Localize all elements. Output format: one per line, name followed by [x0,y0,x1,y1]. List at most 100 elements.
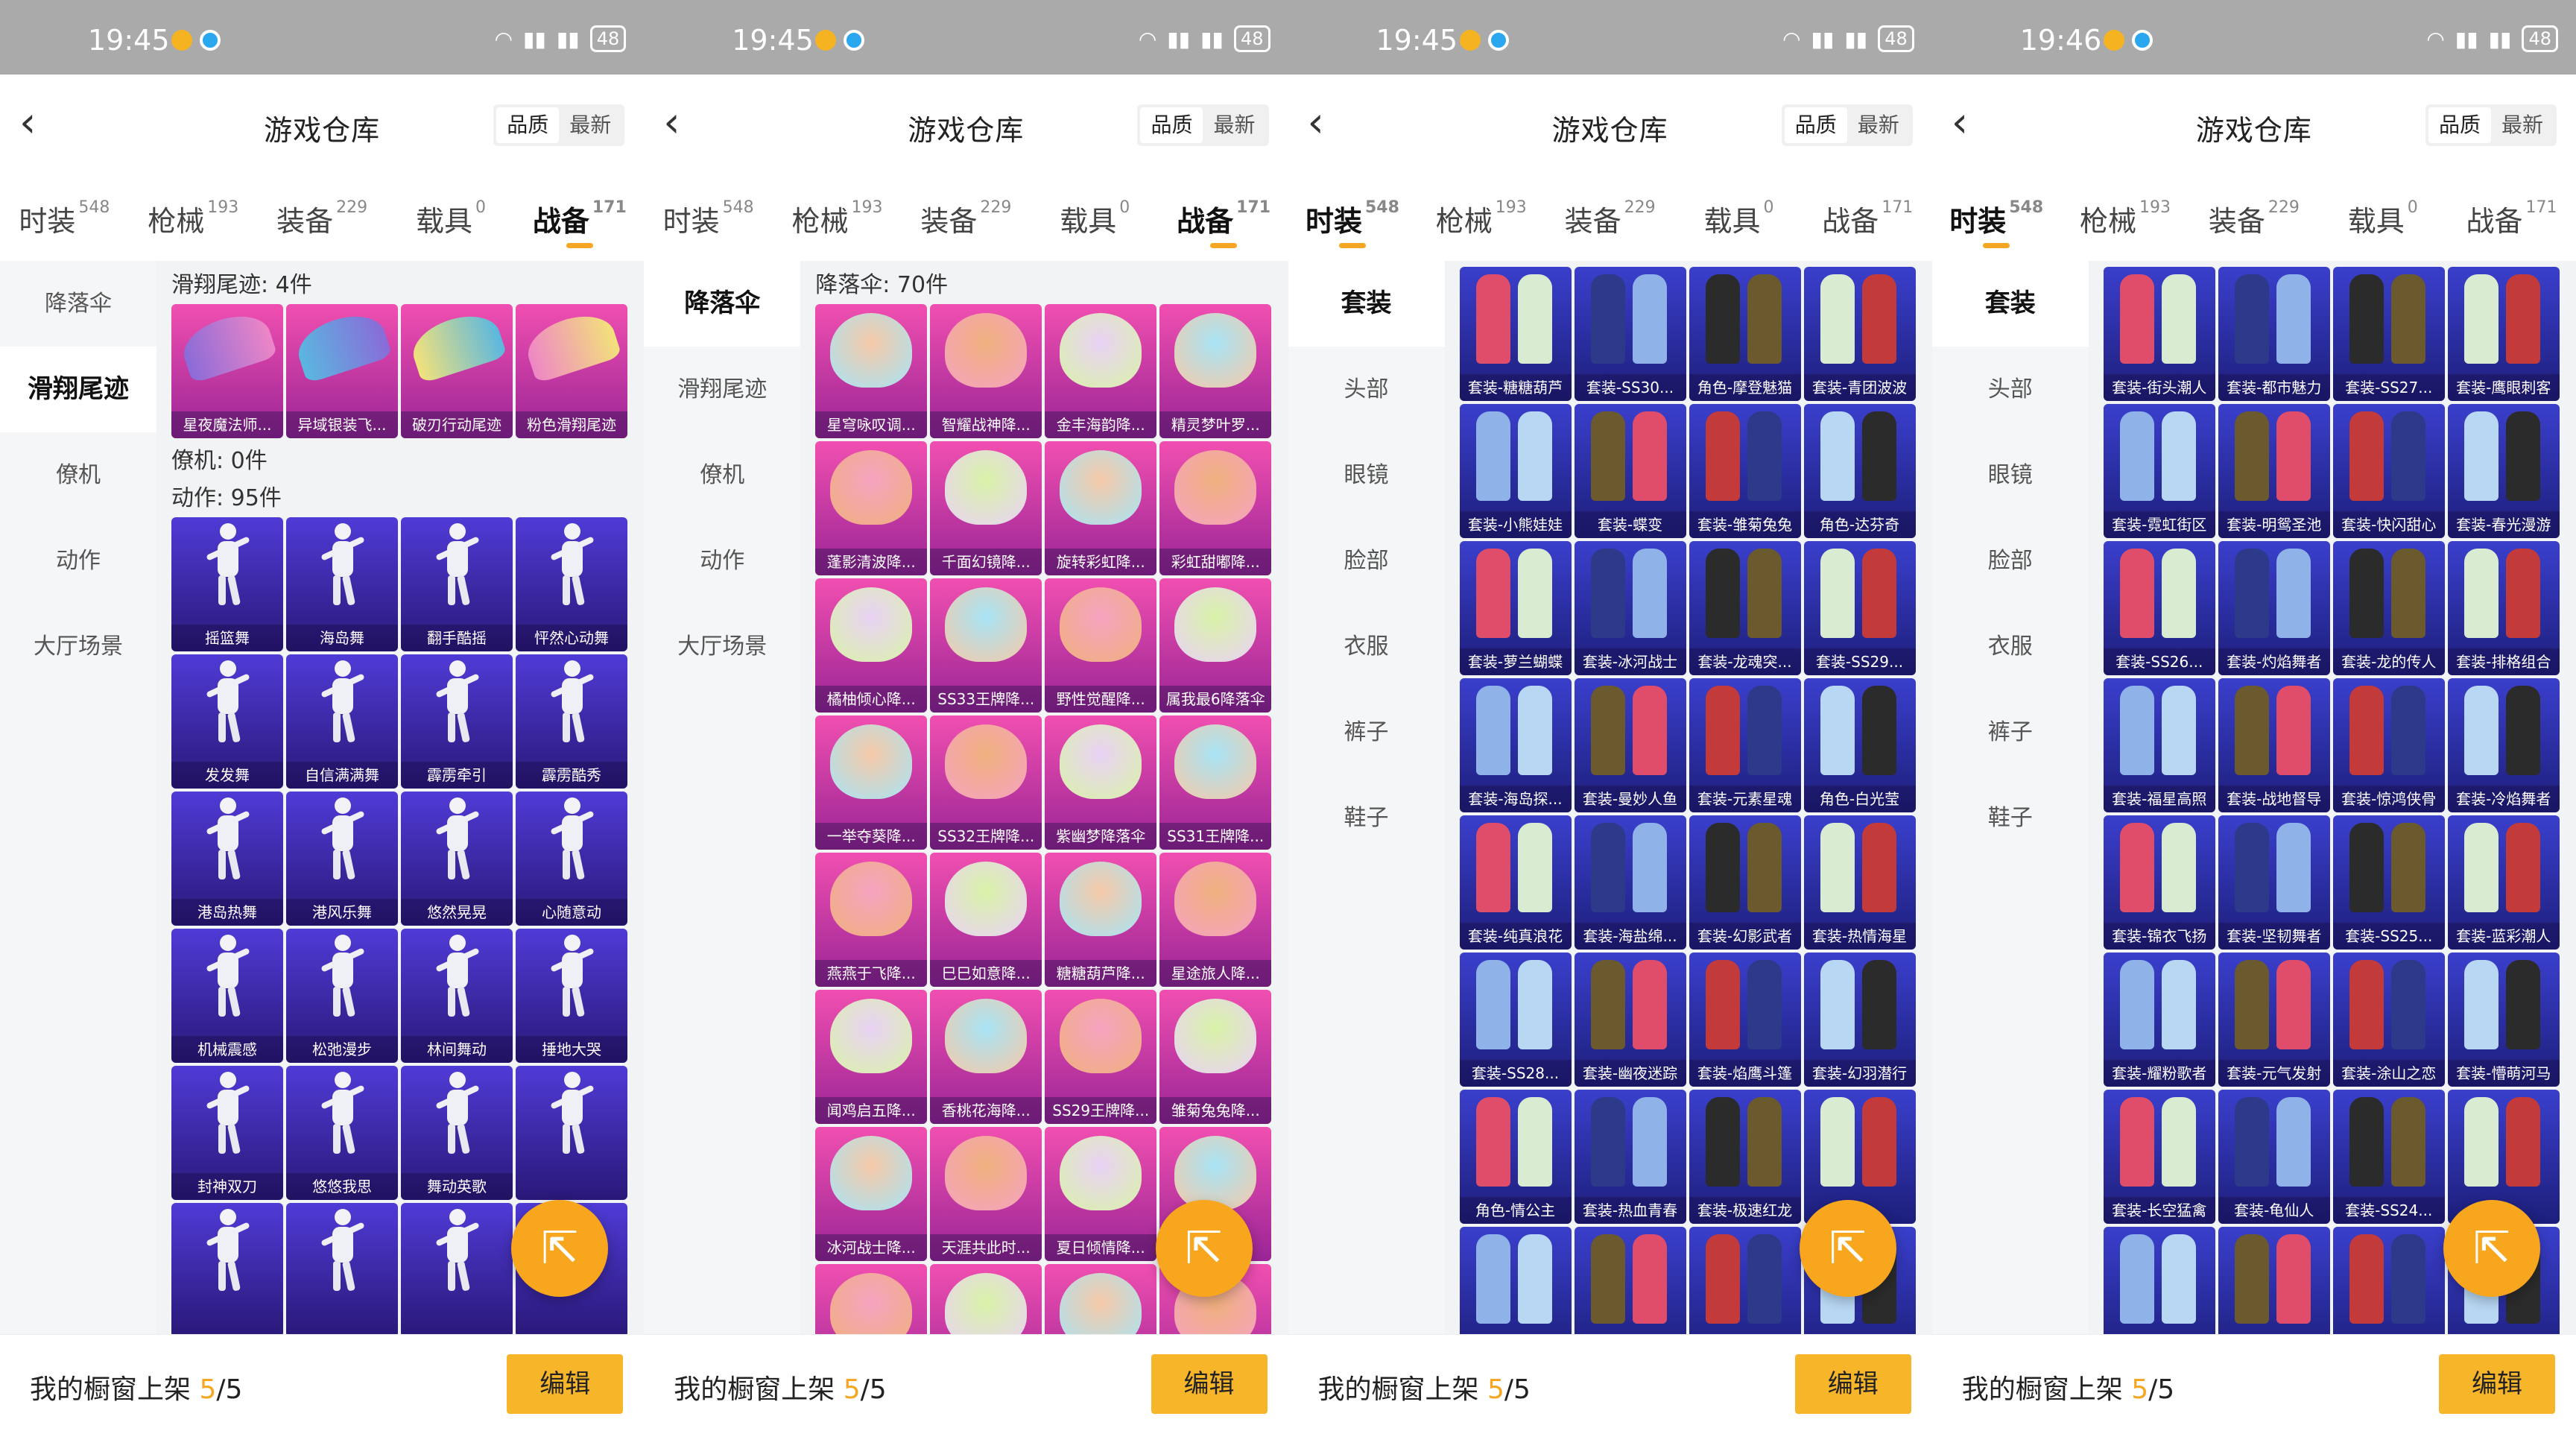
sidebar-item[interactable]: 眼镜 [1932,432,2089,518]
sidebar-item[interactable]: 大厅场景 [644,604,800,689]
item-card[interactable]: 海岛舞 [286,517,398,651]
item-card[interactable]: 摇篮舞 [171,517,283,651]
item-card[interactable]: 一举夺葵降... [815,716,928,850]
share-icon[interactable]: ⇱ [1155,1200,1253,1297]
sidebar-item[interactable]: 鞋子 [1932,775,2089,861]
item-card[interactable]: 巳巳如意降... [930,853,1042,987]
item-card[interactable]: 套装-春光漫游 [2447,404,2560,538]
item-card[interactable]: 燕燕于飞降... [815,853,928,987]
item-card[interactable]: 闻鸡启五降... [815,990,928,1124]
item-card[interactable]: 套装-灼焰舞者 [2218,541,2330,675]
item-card[interactable]: 千面幻镜降... [930,441,1042,575]
item-card[interactable] [2218,1227,2330,1334]
tab-category[interactable]: 装备 229 [902,171,1031,261]
tab-category[interactable]: 战备 171 [1159,171,1288,261]
item-card[interactable]: 破刃行动尾迹 [401,304,513,438]
sidebar-item[interactable]: 大厅场景 [0,604,156,689]
tab-category[interactable]: 枪械 193 [129,171,258,261]
tab-category[interactable]: 装备 229 [258,171,387,261]
item-card[interactable] [1574,1227,1686,1334]
share-icon[interactable]: ⇱ [511,1200,609,1297]
item-card[interactable]: 套装-SS24... [2332,1090,2445,1224]
item-card[interactable]: 角色-达芬奇 [1803,404,1916,538]
sidebar-item[interactable]: 脸部 [1932,518,2089,604]
tab-category[interactable]: 载具 0 [1674,171,1803,261]
item-card[interactable]: 雏菊兔兔降... [1159,990,1272,1124]
sidebar-item[interactable]: 套装 [1931,261,2089,347]
sort-quality-button[interactable]: 品质 [2428,107,2491,143]
sidebar-item[interactable]: 裤子 [1288,689,1445,775]
item-card[interactable] [1459,1227,1572,1334]
item-card[interactable] [2103,1227,2215,1334]
sort-quality-button[interactable]: 品质 [1784,107,1847,143]
item-card[interactable]: 套装-福星高照 [2103,678,2215,812]
item-card[interactable]: 套装-快闪甜心 [2332,404,2445,538]
sidebar-item[interactable]: 僚机 [644,432,800,518]
item-card[interactable]: 套装-冷焰舞者 [2447,678,2560,812]
item-card[interactable]: 套装-长空猛禽 [2103,1090,2215,1224]
item-card[interactable]: 套装-SS26... [2103,541,2215,675]
item-card[interactable]: 套装-耀粉歌者 [2103,953,2215,1087]
tab-category[interactable]: 战备 171 [2447,171,2576,261]
edit-button[interactable]: 编辑 [507,1354,624,1414]
tab-category[interactable]: 时装 548 [1932,171,2061,261]
item-card[interactable] [2332,1227,2445,1334]
item-card[interactable]: 套装-明鸳圣池 [2218,404,2330,538]
item-card[interactable]: 智耀战神降... [930,304,1042,438]
sort-quality-button[interactable]: 品质 [496,107,560,143]
item-card[interactable]: 天涯共此时... [930,1127,1042,1261]
tab-category[interactable]: 枪械 193 [2061,171,2190,261]
item-card[interactable]: SS29王牌降... [1045,990,1157,1124]
sidebar-item[interactable]: 衣服 [1288,604,1445,689]
sidebar-item[interactable]: 滑翔尾迹 [0,347,156,432]
item-card[interactable]: 套装-雏菊兔兔 [1689,404,1801,538]
item-card[interactable]: 套装-海岛探... [1459,678,1572,812]
item-card[interactable] [1689,1227,1801,1334]
item-card[interactable]: 套装-元气发射 [2218,953,2330,1087]
item-card[interactable]: 港岛热舞 [171,792,283,926]
item-card[interactable]: 套装-蓝彩潮人 [2447,815,2560,950]
item-card[interactable]: 霹雳酷秀 [516,654,627,789]
item-card[interactable]: 野性觉醒降... [1045,578,1157,713]
sidebar-item[interactable]: 鞋子 [1288,775,1445,861]
item-card[interactable]: 霹雳牵引 [401,654,513,789]
item-card[interactable]: 套装-龙的传人 [2332,541,2445,675]
item-card[interactable]: 林间舞动 [401,929,513,1063]
item-card[interactable]: 套装-热情海星 [1803,815,1916,950]
item-card[interactable]: 套装-排格组合 [2447,541,2560,675]
sidebar-item[interactable]: 降落伞 [644,261,801,347]
item-card[interactable]: 套装-SS28... [1459,953,1572,1087]
item-card[interactable]: 粉色滑翔尾迹 [516,304,627,438]
item-card[interactable]: 套装-SS29... [1803,541,1916,675]
item-card[interactable]: 套装-海盐绵... [1574,815,1686,950]
tab-category[interactable]: 枪械 193 [773,171,902,261]
item-card[interactable]: 机械震感 [171,929,283,1063]
item-card[interactable]: 套装-涂山之恋 [2332,953,2445,1087]
item-card[interactable]: 套装-懵萌河马 [2447,953,2560,1087]
item-card[interactable]: 香桃花海降... [930,990,1042,1124]
item-card[interactable]: 套装-冰河战士 [1574,541,1686,675]
item-card[interactable]: SS31王牌降... [1159,716,1272,850]
item-card[interactable]: 翻手酷摇 [401,517,513,651]
item-card[interactable]: SS33王牌降... [930,578,1042,713]
item-card[interactable]: SS32王牌降... [930,716,1042,850]
item-card[interactable]: 套装-糖糖葫芦 [1459,267,1572,401]
item-card[interactable]: 套装-惊鸿侠骨 [2332,678,2445,812]
item-card[interactable]: 属我最6降落伞 [1159,578,1272,713]
item-card[interactable]: 套装-SS27... [2332,267,2445,401]
sidebar-item[interactable]: 眼镜 [1288,432,1445,518]
item-card[interactable]: 套装-SS25... [2332,815,2445,950]
item-card[interactable]: 星穹咏叹调... [815,304,928,438]
item-card[interactable] [171,1203,283,1334]
item-card[interactable]: 冰河战士降... [815,1127,928,1261]
item-card[interactable]: 悠然晃晃 [401,792,513,926]
item-card[interactable]: 套装-坚韧舞者 [2218,815,2330,950]
item-card[interactable]: 糖糖葫芦降... [1045,853,1157,987]
tab-category[interactable]: 战备 171 [515,171,644,261]
sidebar-item[interactable]: 头部 [1288,347,1445,432]
sidebar-item[interactable]: 头部 [1932,347,2089,432]
item-card[interactable]: 蓬影清波降... [815,441,928,575]
edit-button[interactable]: 编辑 [1151,1354,1268,1414]
tab-category[interactable]: 时装 548 [1288,171,1417,261]
item-card[interactable]: 封神双刀 [171,1066,283,1200]
